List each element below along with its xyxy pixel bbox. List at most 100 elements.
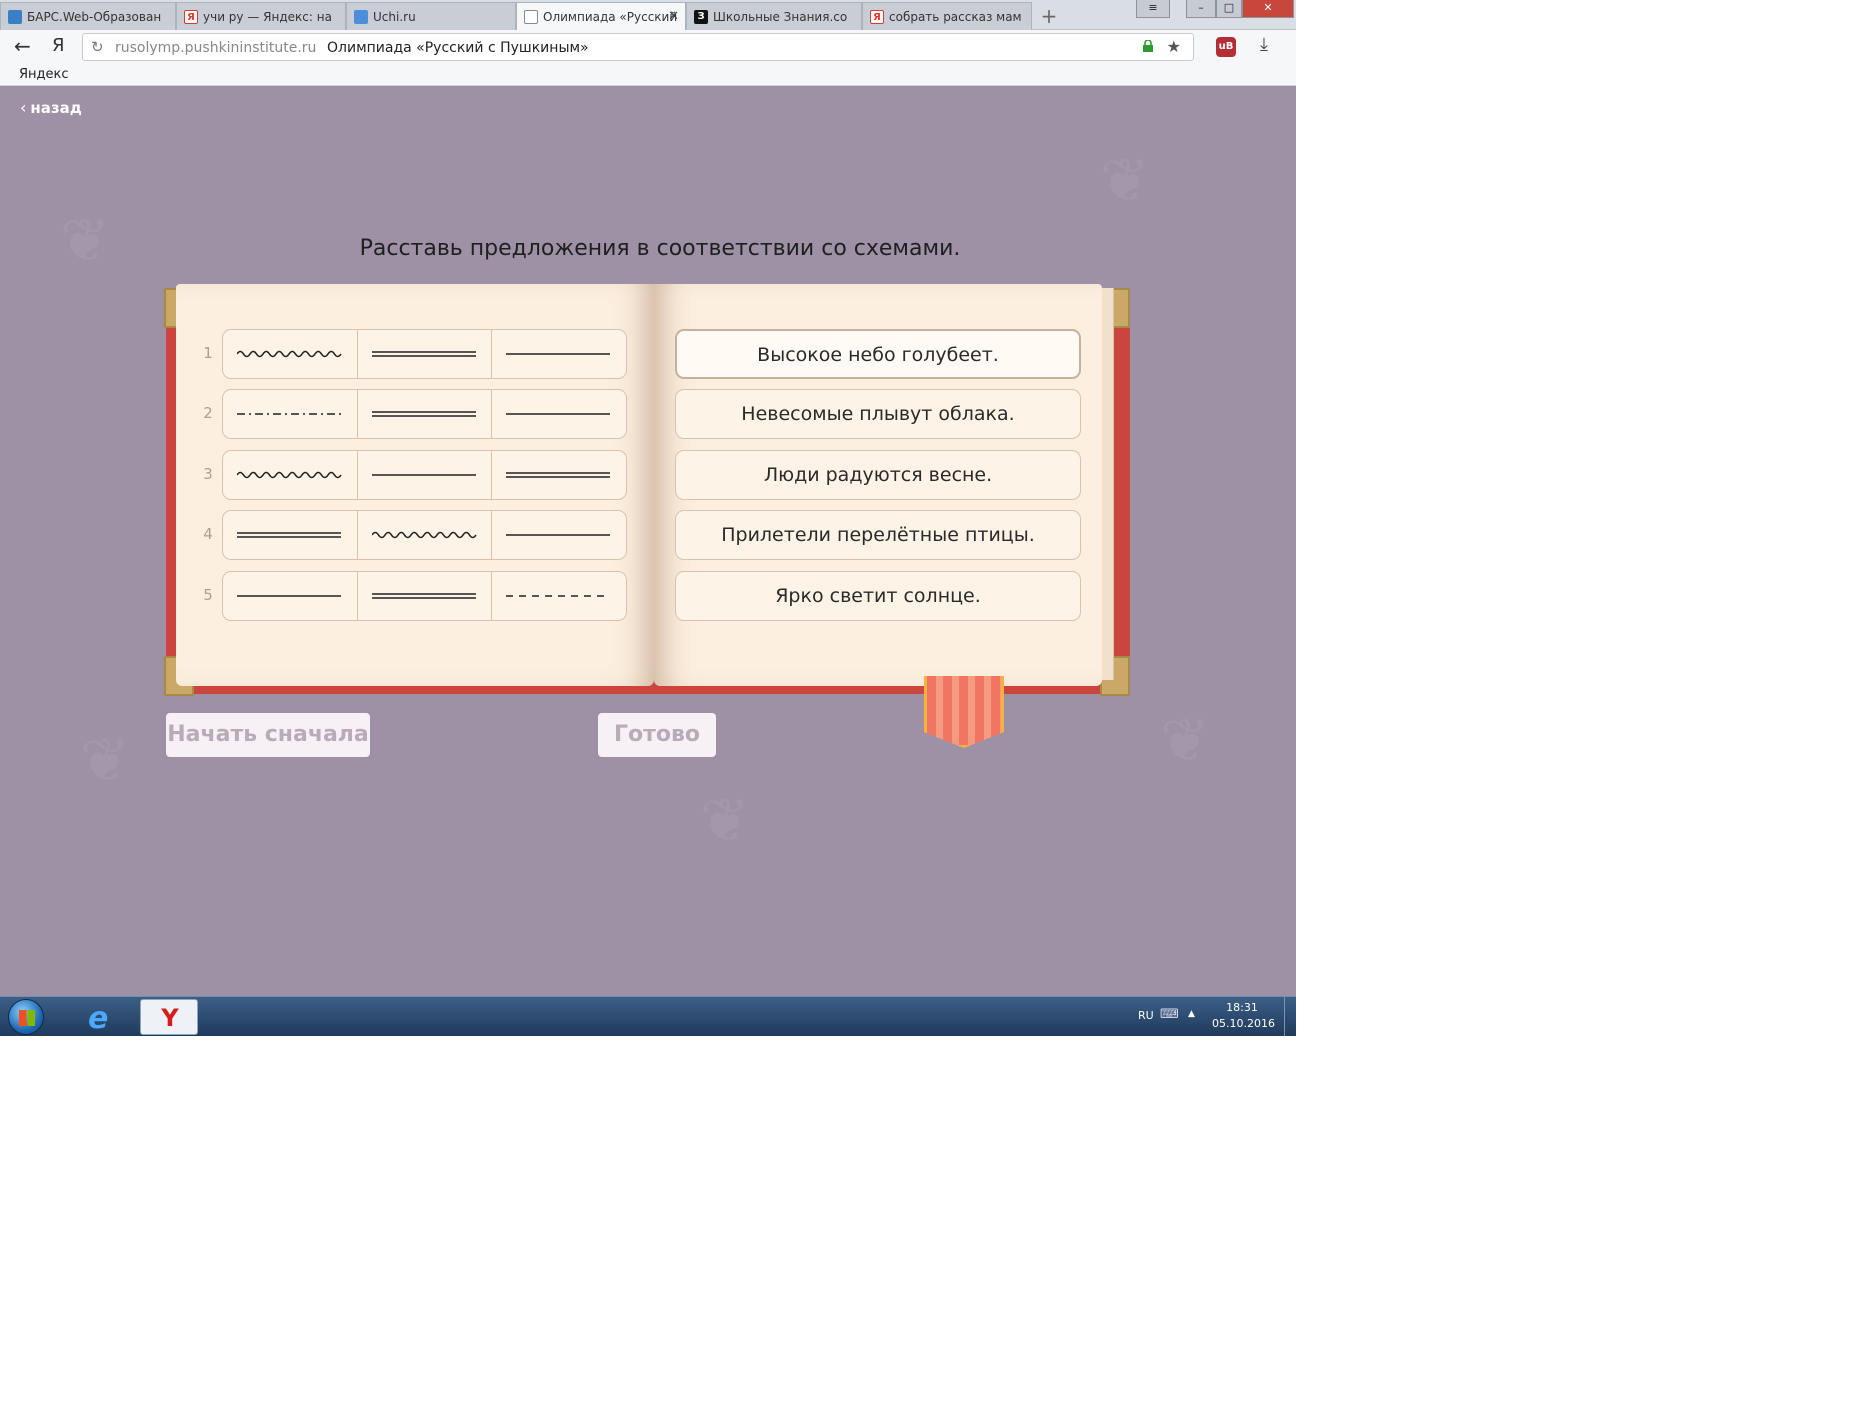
tab-uchi[interactable]: Uchi.ru [346, 2, 516, 30]
keyboard-icon[interactable]: ⌨ [1160, 1007, 1179, 1022]
book-page-edge [1102, 288, 1114, 680]
dashed-underline [506, 595, 611, 597]
bookmark-yandex[interactable]: Яндекс [19, 67, 69, 82]
scheme-cell [358, 390, 493, 438]
single-underline [506, 413, 611, 415]
yandex-browser-icon: Y [161, 1004, 179, 1032]
scheme-row [222, 510, 627, 560]
sentence-card[interactable]: Прилетели перелётные птицы. [675, 510, 1081, 560]
language-indicator[interactable]: RU [1138, 1009, 1154, 1022]
tab-title: собрать рассказ мам [889, 10, 1022, 24]
bookmark-star-icon[interactable]: ★ [1167, 37, 1181, 56]
scheme-cell [492, 330, 626, 378]
maximize-button[interactable]: □ [1216, 0, 1242, 18]
scheme-cell [492, 451, 626, 499]
new-tab-button[interactable]: + [1038, 4, 1060, 28]
yandex-browser-taskbar-button[interactable]: Y [140, 999, 198, 1035]
browser-menu-button[interactable]: ≡ [1136, 0, 1170, 18]
tab-znania[interactable]: З Школьные Знания.co [686, 2, 862, 30]
url-host: rusolymp.pushkininstitute.ru [115, 40, 317, 56]
scheme-cell [492, 511, 626, 559]
single-underline [371, 474, 476, 476]
download-icon[interactable]: ⤓ [1260, 34, 1268, 55]
windows-taskbar: e Y RU ⌨ ▲ 18:31 05.10.2016 [0, 996, 1296, 1036]
scheme-cell [223, 330, 358, 378]
chevron-left-icon: ‹ [20, 98, 27, 117]
yandex-icon: Я [184, 10, 198, 24]
row-number: 1 [203, 344, 213, 362]
olympiad-page: ❦ ❦ ❦ ❦ ❦ ‹ назад Расставь предложения в … [0, 86, 1296, 996]
tab-title: Олимпиада «Русский [543, 10, 678, 24]
double-underline [506, 472, 611, 478]
sentence-card[interactable]: Невесомые плывут облака. [675, 389, 1081, 439]
done-button[interactable]: Готово [598, 713, 716, 757]
tab-title: учи ру — Яндекс: на [203, 10, 332, 24]
tab-yandex-search[interactable]: Я учи ру — Яндекс: на [176, 2, 346, 30]
reload-icon[interactable]: ↻ [91, 38, 104, 56]
scheme-cell [223, 451, 358, 499]
scheme-cell [223, 511, 358, 559]
task-instruction: Расставь предложения в соответствии со с… [359, 236, 961, 261]
double-underline [371, 411, 476, 417]
clock-date[interactable]: 05.10.2016 [1212, 1017, 1275, 1030]
row-number: 4 [203, 525, 213, 543]
scheme-row [222, 389, 627, 439]
sentence-card[interactable]: Высокое небо голубеет. [675, 329, 1081, 379]
sentence-card[interactable]: Ярко светит солнце. [675, 571, 1081, 621]
yandex-home-button[interactable]: Я [52, 35, 65, 56]
tab-yandex-story[interactable]: Я собрать рассказ мам [862, 2, 1032, 30]
leaf-pattern-icon: ❦ [1160, 706, 1211, 776]
lock-icon [1143, 40, 1153, 52]
scheme-cell [492, 572, 626, 620]
scheme-cell [358, 511, 493, 559]
browser-tab-bar: БАРС.Web-Образован Я учи ру — Яндекс: на… [0, 0, 1296, 31]
minimize-button[interactable]: – [1186, 0, 1216, 18]
tab-olympiad[interactable]: Олимпиада «Русский ✕ [516, 2, 686, 31]
leaf-pattern-icon: ❦ [80, 726, 131, 796]
start-button[interactable] [8, 999, 44, 1035]
scheme-cell [223, 572, 358, 620]
scheme-row [222, 329, 627, 379]
scheme-cell [223, 390, 358, 438]
scheme-cell [358, 572, 493, 620]
uchi-icon [354, 10, 368, 24]
back-link[interactable]: ‹ назад [20, 98, 82, 117]
clock-time[interactable]: 18:31 [1212, 1001, 1272, 1014]
address-bar-row: ← Я ↻ rusolymp.pushkininstitute.ru Олимп… [0, 30, 1296, 64]
scheme-cell [358, 330, 493, 378]
leaf-pattern-icon: ❦ [700, 786, 751, 856]
scheme-cell [492, 390, 626, 438]
znania-icon: З [694, 10, 708, 24]
yandex-icon: Я [870, 10, 884, 24]
close-window-button[interactable]: ✕ [1242, 0, 1294, 18]
tray-expand-icon[interactable]: ▲ [1188, 1009, 1195, 1019]
wavy-underline [237, 471, 342, 479]
ublock-extension-icon[interactable]: uB [1216, 37, 1236, 57]
restart-button[interactable]: Начать сначала [166, 713, 370, 757]
desktop-screen: БАРС.Web-Образован Я учи ру — Яндекс: на… [0, 0, 1296, 1036]
row-number: 5 [203, 586, 213, 604]
page-icon [524, 10, 538, 24]
tab-bars[interactable]: БАРС.Web-Образован [0, 2, 176, 30]
close-tab-icon[interactable]: ✕ [668, 9, 679, 24]
sentence-card[interactable]: Люди радуются весне. [675, 450, 1081, 500]
leaf-pattern-icon: ❦ [1100, 146, 1151, 216]
row-number: 2 [203, 404, 213, 422]
scheme-row [222, 450, 627, 500]
tab-title: Uchi.ru [373, 10, 416, 24]
url-bar[interactable]: ↻ rusolymp.pushkininstitute.ru Олимпиада… [82, 33, 1194, 61]
scheme-cell [358, 451, 493, 499]
bookmark-ribbon [924, 676, 1004, 748]
show-desktop-button[interactable] [1284, 997, 1296, 1036]
internet-explorer-icon[interactable]: e [88, 1001, 108, 1036]
row-number: 3 [203, 465, 213, 483]
single-underline [506, 353, 611, 355]
double-underline [371, 593, 476, 599]
windows-logo-icon [19, 1010, 35, 1026]
tab-title: БАРС.Web-Образован [27, 10, 162, 24]
bars-icon [8, 10, 22, 24]
wavy-underline [237, 350, 342, 358]
back-link-label: назад [30, 99, 82, 117]
wavy-underline [371, 531, 477, 539]
back-arrow-icon[interactable]: ← [14, 34, 31, 58]
